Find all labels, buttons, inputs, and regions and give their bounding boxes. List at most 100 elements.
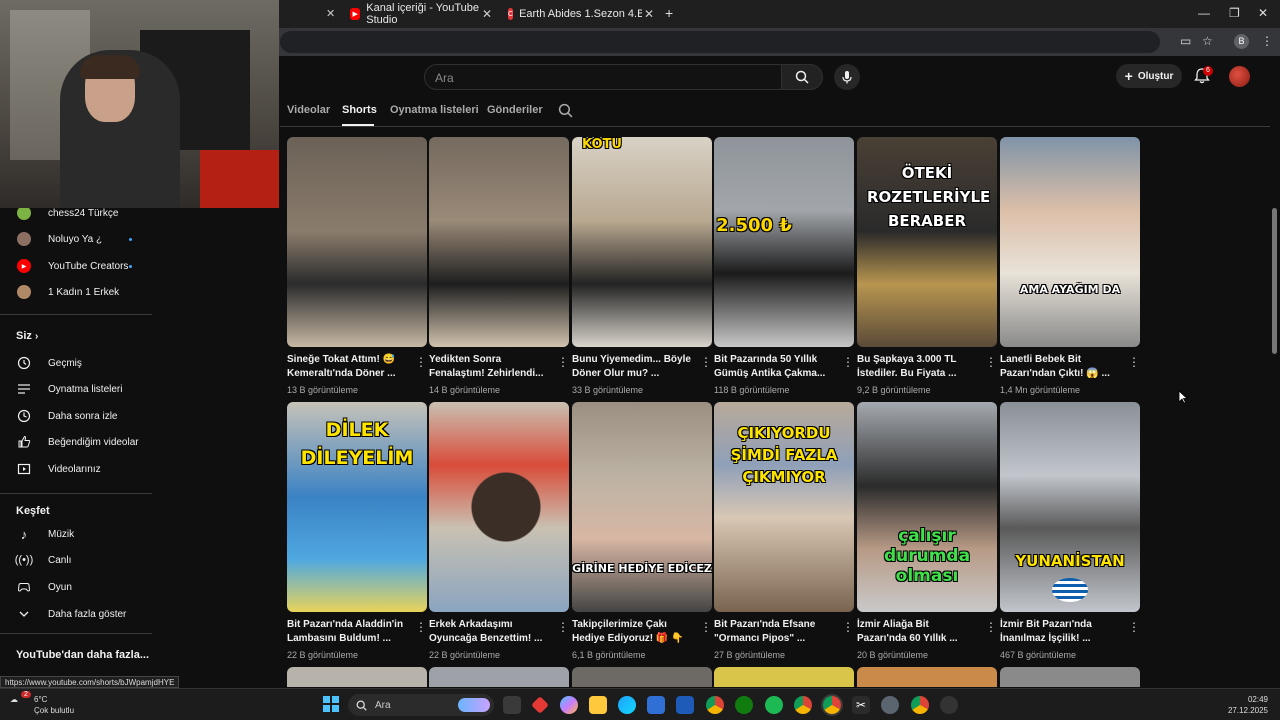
short-title[interactable]: Bu Şapkaya 3.000 TL İstediler. Bu Fiyata… [857, 353, 981, 381]
page-scrollbar[interactable] [1270, 56, 1280, 688]
more-options-icon[interactable]: ⋮ [415, 355, 427, 371]
chrome-profile-icon[interactable] [794, 696, 812, 714]
short-card[interactable]: Sineğe Tokat Attım! 😅 Kemeraltı'nda Döne… [287, 137, 427, 397]
short-thumbnail[interactable]: 2.500 ₺ [714, 137, 854, 347]
short-thumbnail[interactable] [429, 402, 569, 612]
sidebar-item-watch-later[interactable]: Daha sonra izle [16, 408, 117, 424]
short-card[interactable]: YUNANİSTAN İzmir Bit Pazarı'nda İnanılma… [1000, 402, 1140, 662]
xbox-icon[interactable] [735, 696, 753, 714]
subscription-youtube-creators[interactable]: ▶ YouTube Creators [16, 258, 128, 274]
short-card[interactable]: KÖTÜ Bunu Yiyemedim... Böyle Döner Olur … [572, 137, 712, 397]
taskbar-search[interactable]: Ara [348, 694, 494, 716]
sidebar-item-live[interactable]: ((•)) Canlı [15, 552, 72, 568]
sidebar-item-history[interactable]: Geçmiş [16, 355, 82, 371]
short-title[interactable]: İzmir Aliağa Bit Pazarı'nda 60 Yıllık ..… [857, 618, 981, 646]
capcut-icon[interactable]: ✂ [852, 696, 870, 714]
short-title[interactable]: İzmir Bit Pazarı'nda İnanılmaz İşçilik! … [1000, 618, 1124, 646]
you-section-header[interactable]: Siz › [16, 330, 38, 342]
scrollbar-thumb[interactable] [1272, 208, 1277, 354]
tab-videos[interactable]: Videolar [287, 104, 330, 116]
short-thumbnail[interactable] [429, 137, 569, 347]
short-thumbnail-partial[interactable] [714, 667, 854, 687]
short-title[interactable]: Erkek Arkadaşımı Oyuncağa Benzettim! ... [429, 618, 553, 646]
tab-youtube-studio[interactable]: ▶ Kanal içeriği - YouTube Studio ✕ [350, 2, 492, 26]
short-thumbnail-partial[interactable] [1000, 667, 1140, 687]
sidebar-item-gaming[interactable]: Oyun [16, 579, 72, 595]
start-button-windows-icon[interactable] [323, 696, 339, 712]
subscription-1-kadin-1-erkek[interactable]: 1 Kadın 1 Erkek [16, 284, 119, 300]
short-thumbnail[interactable]: çalışır durumda olması [857, 402, 997, 612]
short-card[interactable]: GİRİNE HEDİYE EDİCEZ Takipçilerimize Çak… [572, 402, 712, 662]
short-card[interactable]: çalışır durumda olması İzmir Aliağa Bit … [857, 402, 997, 662]
short-title[interactable]: Bit Pazarında 50 Yıllık Gümüş Antika Çak… [714, 353, 838, 381]
more-options-icon[interactable]: ⋮ [415, 620, 427, 636]
short-title[interactable]: Sineğe Tokat Attım! 😅 Kemeraltı'nda Döne… [287, 353, 411, 381]
create-button[interactable]: + Oluştur [1116, 64, 1182, 88]
settings-gear-icon[interactable] [881, 696, 899, 714]
short-thumbnail[interactable]: KÖTÜ [572, 137, 712, 347]
short-card[interactable]: ÖTEKİ ROZETLERİYLE BERABER Bu Şapkaya 3.… [857, 137, 997, 397]
sidebar-item-playlists[interactable]: Oynatma listeleri [16, 381, 122, 397]
tab-posts[interactable]: Gönderiler [487, 104, 543, 116]
short-thumbnail-partial[interactable] [287, 667, 427, 687]
short-thumbnail-partial[interactable] [572, 667, 712, 687]
tab-close-icon[interactable]: ✕ [326, 7, 335, 20]
short-card[interactable]: AMA AYAĞIM DA Lanetli Bebek Bit Pazarı'n… [1000, 137, 1140, 397]
edge-browser-icon[interactable] [618, 696, 636, 714]
spotify-icon[interactable] [765, 696, 783, 714]
more-options-icon[interactable]: ⋮ [1128, 355, 1140, 371]
tab-earth-abides[interactable]: C Earth Abides 1.Sezon 4.Bölüm T ✕ [508, 4, 654, 24]
file-explorer-icon[interactable] [589, 696, 607, 714]
restore-button[interactable]: ❐ [1229, 6, 1240, 20]
address-bar[interactable] [280, 31, 1160, 53]
short-title[interactable]: Bit Pazarı'nda Efsane "Ormancı Pipos" ..… [714, 618, 838, 646]
outlook-icon[interactable] [676, 696, 694, 714]
more-options-icon[interactable]: ⋮ [700, 620, 712, 636]
tab-close-icon[interactable]: ✕ [641, 7, 654, 21]
more-options-icon[interactable]: ⋮ [700, 355, 712, 371]
short-thumbnail[interactable]: ÇIKIYORDU ŞİMDİ FAZLA ÇIKMIYOR [714, 402, 854, 612]
new-tab-button[interactable]: + [665, 5, 673, 21]
obs-icon[interactable] [940, 696, 958, 714]
short-title[interactable]: Lanetli Bebek Bit Pazarı'ndan Çıktı! 😱 .… [1000, 353, 1124, 381]
sidebar-item-your-videos[interactable]: Videolarınız [16, 461, 101, 477]
more-options-icon[interactable]: ⋮ [1128, 620, 1140, 636]
short-thumbnail[interactable] [287, 137, 427, 347]
close-window-button[interactable]: ✕ [1258, 6, 1268, 20]
sidebar-show-more[interactable]: Daha fazla göster [16, 606, 126, 622]
more-options-icon[interactable]: ⋮ [985, 620, 997, 636]
browser-menu-icon[interactable]: ⋮ [1261, 34, 1273, 48]
sidebar-item-music[interactable]: ♪ Müzik [16, 526, 74, 542]
task-view-icon[interactable] [503, 696, 521, 714]
short-title[interactable]: Bunu Yiyemedim... Böyle Döner Olur mu? .… [572, 353, 696, 381]
short-thumbnail[interactable]: YUNANİSTAN [1000, 402, 1140, 612]
short-thumbnail[interactable]: ÖTEKİ ROZETLERİYLE BERABER [857, 137, 997, 347]
short-card[interactable]: ÇIKIYORDU ŞİMDİ FAZLA ÇIKMIYOR Bit Pazar… [714, 402, 854, 662]
search-button[interactable] [781, 64, 823, 90]
tab-close-icon[interactable]: ✕ [482, 7, 492, 21]
sidebar-item-liked-videos[interactable]: Beğendiğim videolar [16, 434, 139, 450]
search-input[interactable]: Ara [424, 64, 782, 90]
short-card[interactable]: Yedikten Sonra Fenalaştım! Zehirlendi...… [429, 137, 569, 397]
channel-search-icon[interactable] [558, 103, 573, 118]
short-title[interactable]: Takipçilerimize Çakı Hediye Ediyoruz! 🎁 … [572, 618, 696, 646]
short-card[interactable]: Erkek Arkadaşımı Oyuncağa Benzettim! ...… [429, 402, 569, 662]
more-options-icon[interactable]: ⋮ [842, 620, 854, 636]
short-title[interactable]: Bit Pazarı'nda Aladdin'in Lambasını Buld… [287, 618, 411, 646]
short-thumbnail-partial[interactable] [857, 667, 997, 687]
voice-search-button[interactable] [834, 64, 860, 90]
tab-shorts[interactable]: Shorts [342, 104, 377, 116]
short-title[interactable]: Yedikten Sonra Fenalaştım! Zehirlendi... [429, 353, 553, 381]
more-options-icon[interactable]: ⋮ [985, 355, 997, 371]
more-options-icon[interactable]: ⋮ [557, 620, 569, 636]
account-avatar[interactable] [1229, 66, 1250, 87]
short-thumbnail-partial[interactable] [429, 667, 569, 687]
short-thumbnail[interactable]: AMA AYAĞIM DA [1000, 137, 1140, 347]
bookmark-star-icon[interactable]: ☆ [1202, 34, 1213, 48]
app-diamond-icon[interactable] [531, 696, 549, 714]
tab-playlists[interactable]: Oynatma listeleri [390, 104, 479, 116]
short-thumbnail[interactable]: GİRİNE HEDİYE EDİCEZ [572, 402, 712, 612]
short-card[interactable]: 2.500 ₺ Bit Pazarında 50 Yıllık Gümüş An… [714, 137, 854, 397]
subscription-noluyo-ya[interactable]: Noluyo Ya ¿ [16, 231, 102, 247]
chrome-profile2-icon[interactable] [911, 696, 929, 714]
